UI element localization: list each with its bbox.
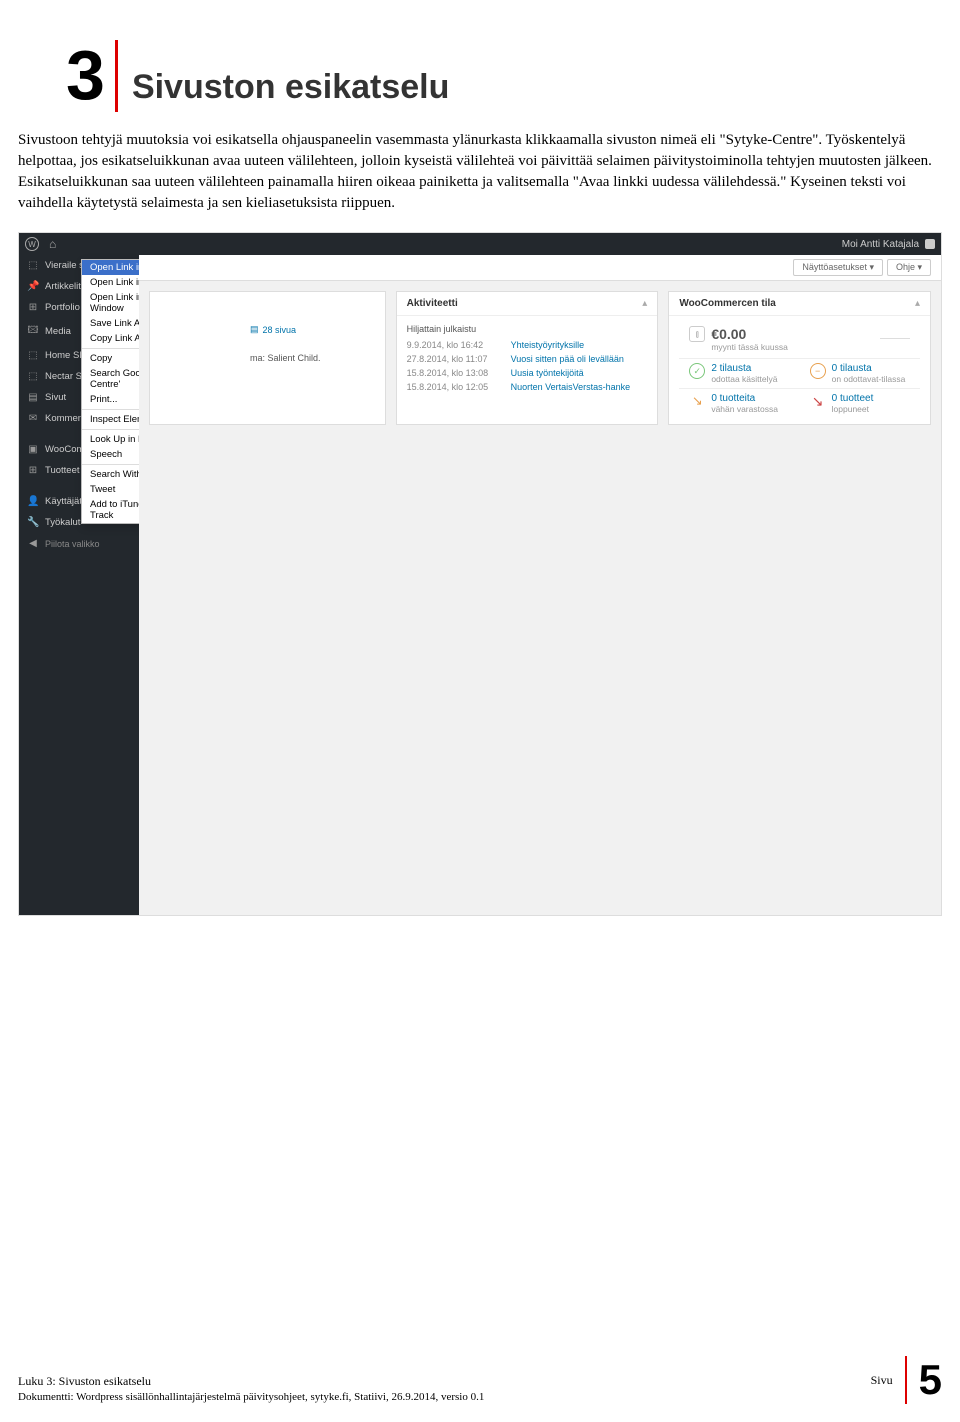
wp-main-area: Näyttöasetukset ▾ Ohje ▾ ▤ 28 sivua ma: … [139,255,941,915]
wordpress-screenshot: W ⌂ Moi Antti Katajala ⬚Vieraile siv📌Art… [18,232,942,916]
sidebar-item-icon: ⬚ [27,260,39,271]
sidebar-item-label: Portfolio [45,302,80,313]
activity-row: 15.8.2014, klo 13:08 Uusia työntekijöitä [407,366,648,380]
body-paragraph-1: Sivustoon tehtyjä muutoksia voi esikatse… [18,130,942,214]
sidebar-item-icon: ⊞ [27,302,39,313]
sidebar-item[interactable]: ◀ Piilota valikko [19,533,139,554]
chapter-title: Sivuston esikatselu [118,40,449,104]
activity-post-link[interactable]: Uusia työntekijöitä [511,368,584,378]
pages-icon: ▤ [250,324,259,335]
sales-amount: €0.00 [711,326,788,342]
activity-time: 9.9.2014, klo 16:42 [407,340,501,350]
sidebar-item-icon: 🖾 [27,323,39,340]
wp-admin-topbar: W ⌂ Moi Antti Katajala [19,233,941,255]
activity-subtitle: Hiljattain julkaistu [407,324,648,334]
pages-count-link[interactable]: 28 sivua [263,325,297,335]
sidebar-item-icon: ⬚ [27,350,39,361]
dashboard-card-woocommerce: WooCommercen tila ▴ ⫾ €0.00 myynti tässä… [668,291,931,425]
low-stock-link[interactable]: 0 tuotteita [711,393,778,404]
sidebar-item-icon: ▤ [27,392,39,403]
stock-down-icon: ↘ [689,393,705,409]
sidebar-item-label: Sivut [45,392,66,403]
sidebar-item-icon: ✉ [27,413,39,424]
sidebar-item-icon: ▣ [27,444,39,455]
activity-row: 9.9.2014, klo 16:42 Yhteistyöyrityksille [407,338,648,352]
card-title: Aktiviteetti [407,298,458,309]
home-icon[interactable]: ⌂ [49,237,56,251]
footer-document-info: Dokumentti: Wordpress sisällönhallintajä… [18,1390,484,1404]
sidebar-item-label: Piilota valikko [45,539,100,549]
footer-red-divider [905,1356,907,1404]
out-of-stock-link[interactable]: 0 tuotteet [832,393,874,404]
sidebar-item-label: Artikkelit [45,281,81,292]
activity-time: 15.8.2014, klo 12:05 [407,382,501,392]
dashboard-card-activity: Aktiviteetti ▴ Hiljattain julkaistu 9.9.… [396,291,659,425]
activity-row: 15.8.2014, klo 12:05 Nuorten VertaisVerst… [407,380,648,394]
sidebar-item-icon: ⊞ [27,465,39,476]
sidebar-item-icon: ◀ [27,538,39,549]
sidebar-item-icon: 📌 [27,281,39,292]
activity-post-link[interactable]: Nuorten VertaisVerstas-hanke [511,382,631,392]
activity-post-link[interactable]: Vuosi sitten pää oli levällään [511,354,624,364]
wordpress-logo-icon[interactable]: W [25,237,39,251]
sales-sub: myynti tässä kuussa [711,342,788,352]
user-avatar-icon[interactable] [925,239,935,249]
footer-chapter: Luku 3: Sivuston esikatselu [18,1374,484,1390]
check-icon: ✓ [689,363,705,379]
card-collapse-icon[interactable]: ▴ [915,298,920,309]
sidebar-item-icon: 🔧 [27,517,39,528]
sidebar-item-icon: ⬚ [27,371,39,382]
card-collapse-icon[interactable]: ▴ [642,298,647,309]
chapter-header: 3 Sivuston esikatselu [66,40,942,112]
minus-icon: − [810,363,826,379]
wp-screen-tabs: Näyttöasetukset ▾ Ohje ▾ [139,255,941,281]
stock-out-icon: ↘ [810,393,826,409]
activity-time: 15.8.2014, klo 13:08 [407,368,501,378]
orders-onhold-link[interactable]: 0 tilausta [832,363,906,374]
chapter-number: 3 [66,40,118,112]
activity-time: 27.8.2014, klo 11:07 [407,354,501,364]
sidebar-item-label: Media [45,326,71,337]
greeting-text[interactable]: Moi Antti Katajala [842,239,919,250]
chart-icon: ⫾ [689,326,705,342]
theme-text: ma: Salient Child. [250,353,375,363]
sparkline [880,338,910,339]
sidebar-item-label: Työkalut [45,517,80,528]
sidebar-item-label: Tuotteet [45,465,80,476]
screen-options-tab[interactable]: Näyttöasetukset ▾ [793,259,883,276]
footer-page-label: Sivu [871,1373,893,1388]
card-title: WooCommercen tila [679,298,776,309]
footer-page-number: 5 [919,1356,942,1404]
orders-processing-link[interactable]: 2 tilausta [711,363,777,374]
dashboard-card-ataglance: ▤ 28 sivua ma: Salient Child. [149,291,386,425]
page-footer: Luku 3: Sivuston esikatselu Dokumentti: … [18,1356,942,1404]
sidebar-item-icon: 👤 [27,496,39,507]
activity-row: 27.8.2014, klo 11:07 Vuosi sitten pää oli… [407,352,648,366]
help-tab[interactable]: Ohje ▾ [887,259,931,276]
activity-post-link[interactable]: Yhteistyöyrityksille [511,340,585,350]
sidebar-item-label: Käyttäjät [45,496,82,507]
